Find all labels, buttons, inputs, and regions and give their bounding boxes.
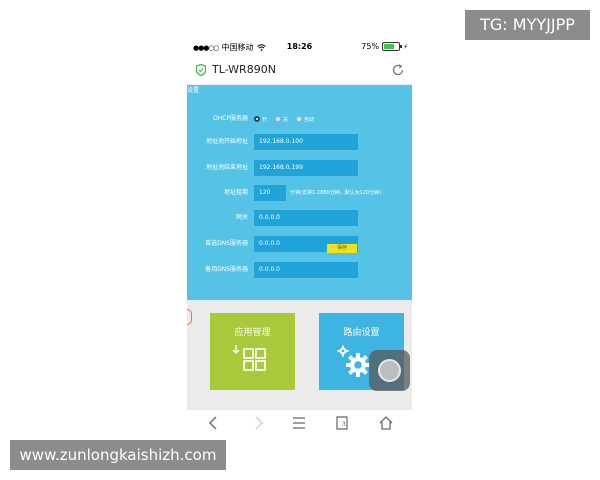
- dhcp-server-label: DHCP服务器: [213, 115, 248, 122]
- dhcp-radio-group: 开 关 自动: [254, 111, 314, 127]
- primary-dns-label: 首选DNS服务器: [205, 240, 248, 247]
- router-title: TL-WR890N: [212, 63, 276, 76]
- dhcp-on-radio[interactable]: 开: [254, 116, 267, 123]
- tab-count: 3: [342, 421, 346, 428]
- primary-dns-row: 首选DNS服务器 0.0.0.0: [187, 236, 412, 252]
- gateway-label: 网关: [235, 214, 248, 221]
- battery-percent: 75%: [361, 42, 380, 51]
- gateway-row: 网关 0.0.0.0: [187, 210, 412, 226]
- dhcp-off-radio[interactable]: 关: [275, 116, 288, 123]
- pool-start-input[interactable]: 192.168.0.100: [254, 134, 358, 150]
- back-icon[interactable]: [205, 414, 223, 432]
- secondary-dns-row: 备用DNS服务器 0.0.0.0: [187, 262, 412, 278]
- shield-icon: [196, 64, 206, 76]
- panel-crumb: 设置: [187, 87, 200, 94]
- radio-label: 开: [262, 116, 268, 123]
- tile-label: 路由设置: [343, 328, 380, 338]
- side-marker: [187, 309, 192, 325]
- battery-icon: [382, 42, 403, 51]
- lease-time-input[interactable]: 120: [254, 185, 286, 201]
- dhcp-settings-panel: 设置 DHCP服务器 开 关 自动 地址池开始地址 192.168.0.100 …: [187, 85, 412, 300]
- app-header: TL-WR890N: [187, 57, 412, 85]
- app-grid-icon: [232, 345, 266, 371]
- status-bar: ●●●○○ 中国移动 18:26 75% ⚡: [187, 37, 412, 57]
- home-icon[interactable]: [377, 414, 395, 432]
- menu-icon[interactable]: [290, 414, 308, 432]
- browser-toolbar: 3: [187, 410, 412, 437]
- app-management-tile[interactable]: 应用管理: [210, 313, 295, 390]
- radio-off-icon: [275, 116, 282, 122]
- dhcp-server-row: DHCP服务器 开 关 自动: [187, 111, 412, 127]
- lease-time-label: 地址租期: [223, 189, 248, 196]
- dhcp-auto-radio[interactable]: 自动: [296, 116, 314, 123]
- pool-end-row: 地址池结束地址 192.168.0.199: [187, 160, 412, 176]
- pool-end-label: 地址池结束地址: [205, 164, 248, 171]
- floating-assistive-button[interactable]: [369, 350, 410, 391]
- lease-time-row: 地址租期 120 分钟(支持1-2880分钟，默认为120分钟): [187, 185, 412, 201]
- tabs-icon[interactable]: 3: [333, 414, 351, 432]
- secondary-dns-input[interactable]: 0.0.0.0: [254, 262, 358, 278]
- tile-label: 应用管理: [234, 328, 271, 338]
- pool-start-label: 地址池开始地址: [205, 138, 248, 145]
- forward-icon[interactable]: [249, 414, 267, 432]
- assistive-touch-icon: [378, 359, 401, 382]
- radio-label: 自动: [304, 116, 315, 123]
- lease-time-hint: 分钟(支持1-2880分钟，默认为120分钟): [290, 190, 382, 196]
- radio-on-icon: [254, 116, 260, 122]
- watermark-top: TG: MYYJJPP: [465, 10, 590, 40]
- pool-start-row: 地址池开始地址 192.168.0.100: [187, 134, 412, 150]
- phone-screen: ●●●○○ 中国移动 18:26 75% ⚡ TL-WR890N 设置 DHCP…: [187, 37, 412, 437]
- watermark-bottom: www.zunlongkaishizh.com: [10, 440, 226, 470]
- refresh-icon[interactable]: [391, 63, 405, 77]
- charging-icon: ⚡: [403, 42, 408, 51]
- pool-end-input[interactable]: 192.168.0.199: [254, 160, 358, 176]
- gateway-input[interactable]: 0.0.0.0: [254, 210, 358, 226]
- save-button[interactable]: 保存: [327, 244, 357, 253]
- radio-off-icon: [296, 116, 303, 122]
- secondary-dns-label: 备用DNS服务器: [205, 266, 248, 273]
- radio-label: 关: [283, 116, 289, 123]
